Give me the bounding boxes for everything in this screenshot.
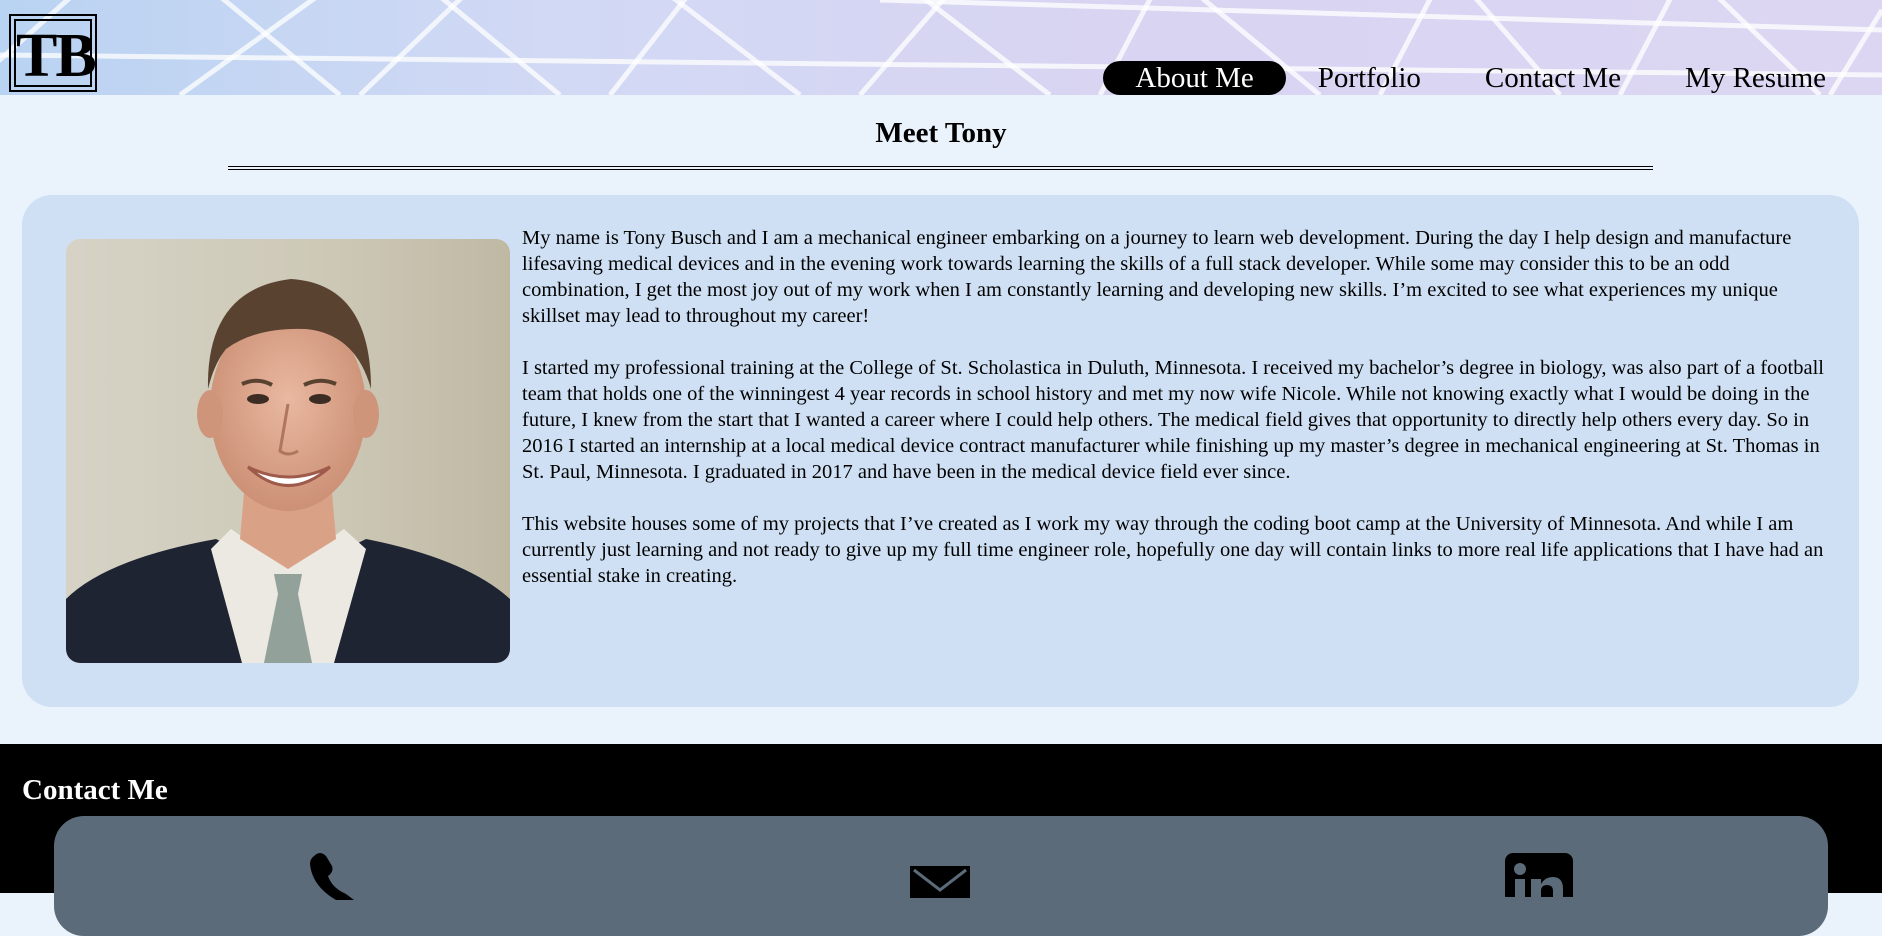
phone-icon[interactable]	[306, 850, 366, 905]
header-banner: TB About Me Portfolio Contact Me My Resu…	[0, 0, 1882, 95]
email-icon[interactable]	[908, 864, 972, 903]
bio-paragraph: My name is Tony Busch and I am a mechani…	[522, 227, 1792, 327]
page-title: Meet Tony	[875, 117, 1007, 149]
footer-title: Contact Me	[22, 774, 168, 806]
nav-about-me[interactable]: About Me	[1103, 61, 1286, 95]
logo[interactable]: TB	[9, 14, 97, 92]
nav-my-resume[interactable]: My Resume	[1653, 61, 1858, 95]
profile-photo	[66, 239, 510, 663]
bio-paragraph: I started my professional training at th…	[522, 357, 1824, 483]
linkedin-icon[interactable]	[1505, 853, 1573, 921]
bio-text: My name is Tony Busch and I am a mechani…	[522, 225, 1832, 615]
nav-portfolio[interactable]: Portfolio	[1286, 61, 1453, 95]
title-divider	[228, 166, 1653, 170]
bio-paragraph: This website houses some of my projects …	[522, 513, 1824, 587]
logo-text: TB	[14, 19, 97, 90]
nav-contact-me[interactable]: Contact Me	[1453, 61, 1653, 95]
main-nav: About Me Portfolio Contact Me My Resume	[1103, 61, 1858, 95]
